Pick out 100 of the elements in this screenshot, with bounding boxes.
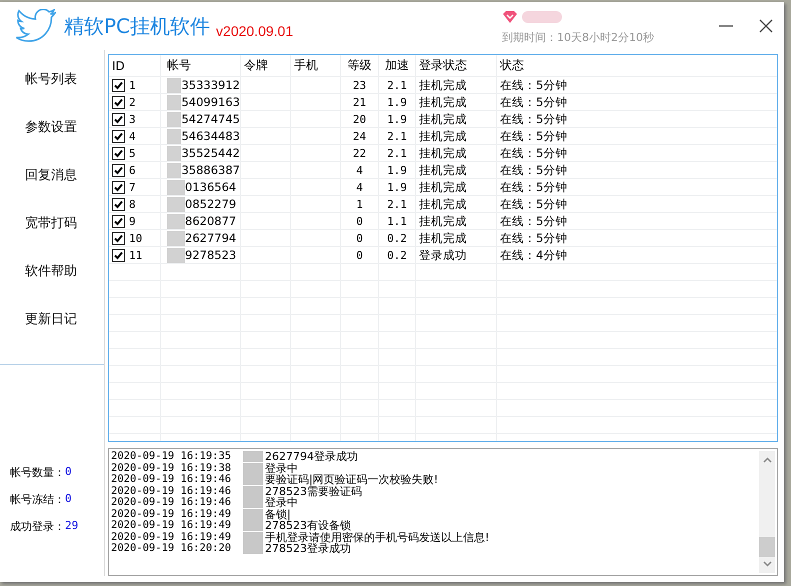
- table-cell: 8620877: [185, 214, 236, 228]
- log-time: 2020-09-19 16:19:38: [111, 462, 232, 474]
- table-cell-text: 在线：5分钟: [499, 213, 568, 229]
- column-header[interactable]: 登录状态: [416, 55, 497, 76]
- column-header[interactable]: 手机: [291, 55, 341, 76]
- checkbox[interactable]: [112, 214, 125, 228]
- log-time: 2020-09-19 16:19:46: [111, 497, 232, 508]
- column-header[interactable]: ID: [109, 55, 161, 76]
- checkbox[interactable]: [112, 198, 125, 210]
- table-cell: 0: [341, 247, 379, 263]
- table-cell-text: 在线：5分钟: [499, 230, 568, 246]
- table-cell: 9: [129, 214, 136, 228]
- checkbox[interactable]: [112, 180, 125, 194]
- sidebar-item[interactable]: 回复消息: [0, 156, 104, 204]
- sidebar-item[interactable]: 软件帮助: [0, 252, 104, 300]
- table-cell: 24: [341, 128, 379, 144]
- table-cell: 挂机完成: [416, 94, 497, 110]
- table-cell: 0: [341, 230, 379, 246]
- log-message: 2627794登录成功: [265, 451, 358, 462]
- table-cell: 挂机完成: [416, 179, 497, 195]
- checkbox[interactable]: [112, 78, 125, 92]
- column-header[interactable]: 帐号: [161, 55, 241, 76]
- checkbox[interactable]: [112, 96, 125, 108]
- table-cell-text: 在线：5分钟: [499, 145, 568, 161]
- log-time: 2020-09-19 16:19:46: [111, 474, 232, 486]
- log-time: 2020-09-19 16:19:49: [111, 520, 232, 532]
- table-cell: 1.1: [379, 213, 416, 229]
- log-message: 278523登录成功: [265, 543, 351, 554]
- table-cell-text: 在线：5分钟: [499, 94, 568, 110]
- column-header[interactable]: 加速: [379, 55, 416, 76]
- log-message: 278523需要验证码: [265, 486, 362, 497]
- stat-label: 帐号数量：: [10, 465, 65, 480]
- table-cell-text: 在线：5分钟: [499, 128, 568, 144]
- table-cell: 4: [129, 130, 136, 142]
- redaction-block: [167, 196, 185, 212]
- table-cell: 4: [341, 162, 379, 178]
- log-time: 2020-09-19 16:19:35: [111, 451, 232, 462]
- table-cell: 35886387: [181, 163, 240, 177]
- checkbox[interactable]: [112, 146, 125, 160]
- column-header[interactable]: 令牌: [241, 55, 291, 76]
- redaction-block: [243, 520, 263, 531]
- diamond-icon: [502, 10, 518, 24]
- column-header[interactable]: 等级: [341, 55, 379, 76]
- table-cell: 54099163: [181, 95, 240, 109]
- table-cell: 1.9: [379, 111, 416, 127]
- log-message: 要验证码|网页验证码一次校验失败!: [265, 474, 438, 486]
- table-cell-text: 在线：4分钟: [499, 247, 568, 263]
- table-cell: 1.9: [379, 179, 416, 195]
- checkbox[interactable]: [112, 112, 125, 126]
- table-cell: 1: [129, 78, 136, 92]
- scrollbar[interactable]: [759, 451, 775, 573]
- sidebar-item[interactable]: 参数设置: [0, 108, 104, 156]
- log-message: 手机登录请使用密保的手机号码发送以上信息!: [265, 532, 490, 543]
- checkbox[interactable]: [112, 232, 125, 244]
- table-cell: 9278523: [185, 248, 236, 262]
- sidebar-item[interactable]: 帐号列表: [0, 60, 104, 108]
- sidebar-item[interactable]: 更新日记: [0, 300, 104, 348]
- version-label: v2020.09.01: [216, 23, 294, 39]
- scroll-down-icon[interactable]: [762, 561, 772, 567]
- table-cell: 21: [341, 94, 379, 110]
- stat-value: 29: [65, 519, 78, 534]
- redaction-block: [167, 146, 182, 160]
- table-cell: 3: [129, 112, 136, 126]
- redaction-block: [167, 248, 185, 262]
- redaction-block: [167, 162, 182, 178]
- table-cell: 挂机完成: [416, 145, 497, 161]
- column-header[interactable]: 状态: [497, 55, 777, 76]
- redaction-block: [167, 180, 185, 194]
- table-cell: 挂机完成: [416, 230, 497, 246]
- redaction-block: [167, 230, 185, 246]
- stat-value: 0: [65, 492, 72, 507]
- table-cell: 2.1: [379, 128, 416, 144]
- table-cell: 8: [129, 198, 136, 210]
- redaction-block: [243, 508, 263, 520]
- log-message: 278523有设备锁: [265, 520, 351, 532]
- log-message: 登录中: [265, 462, 298, 474]
- table-cell-text: 在线：5分钟: [499, 196, 568, 212]
- scroll-up-icon[interactable]: [762, 457, 772, 463]
- redaction-block: [167, 214, 185, 228]
- close-icon[interactable]: [758, 18, 774, 34]
- table-cell-text: 在线：5分钟: [499, 179, 568, 195]
- sidebar-item[interactable]: 宽带打码: [0, 204, 104, 252]
- table-cell: 2627794: [185, 231, 236, 245]
- table-cell: 挂机完成: [416, 213, 497, 229]
- table-cell: 10: [129, 232, 142, 244]
- redaction-block: [167, 78, 182, 92]
- redaction-block: [167, 128, 182, 144]
- table-cell: 挂机完成: [416, 162, 497, 178]
- app-title: 精软PC挂机软件: [64, 12, 210, 40]
- checkbox[interactable]: [112, 248, 125, 262]
- table-cell: 5: [129, 146, 136, 160]
- log-time: 2020-09-19 16:19:49: [111, 532, 232, 543]
- table-cell: 7: [129, 180, 136, 194]
- table-cell: 4: [341, 179, 379, 195]
- scroll-thumb[interactable]: [759, 537, 775, 557]
- checkbox[interactable]: [112, 130, 125, 142]
- log-message: 登录中: [265, 497, 298, 508]
- table-cell: 2.1: [379, 145, 416, 161]
- checkbox[interactable]: [112, 164, 125, 176]
- table-cell: 2.1: [379, 77, 416, 93]
